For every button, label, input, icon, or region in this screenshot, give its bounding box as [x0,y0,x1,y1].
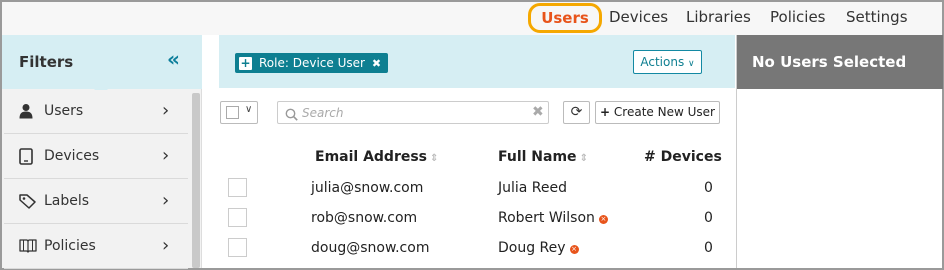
book-icon [19,238,37,256]
select-all-dropdown[interactable]: ∨ [220,101,258,124]
row-checkbox[interactable] [228,208,247,227]
row-name: Doug Rey × [498,240,579,256]
row-checkbox[interactable] [228,178,247,197]
column-label: # Devices [644,149,722,165]
filters-panel: Filters « Users › Devices › Labels › Pol… [2,35,202,269]
row-email: doug@snow.com [311,240,430,256]
role-chip-label: Role: Device User [259,56,365,70]
table-row[interactable]: doug@snow.com Doug Rey × 0 [219,236,719,266]
users-list-panel: + Role: Device User ✖ Actions ∨ ∨ ✖ ⟳ + … [219,35,735,268]
filter-item-labels[interactable]: Labels › [4,180,188,224]
filter-item-label: Devices [44,148,100,164]
filters-scrollbar[interactable] [192,93,200,268]
column-header-devices: # Devices [644,149,722,165]
filter-item-label: Labels [44,193,90,209]
close-icon[interactable]: ✖ [372,57,381,70]
nav-users[interactable]: Users [528,3,602,33]
chevron-down-icon: ∨ [688,59,695,69]
column-label: Email Address [315,149,428,165]
nav-libraries[interactable]: Libraries [686,8,751,26]
filter-item-label: Policies [44,238,96,254]
detail-header: No Users Selected [737,35,943,89]
warning-icon: × [569,245,579,254]
plus-icon: + [600,105,611,119]
nav-devices[interactable]: Devices [609,8,668,26]
row-name: Robert Wilson × [498,210,608,226]
nav-settings[interactable]: Settings [846,8,908,26]
search-icon [285,106,299,121]
sort-icon: ⇕ [579,153,588,164]
filter-item-label: Users [44,103,84,119]
chevron-down-icon: ∨ [245,104,253,115]
actions-label: Actions [640,55,685,69]
create-new-user-button[interactable]: + Create New User [595,101,720,124]
list-header: + Role: Device User ✖ Actions ∨ [219,35,735,88]
filter-item-policies[interactable]: Policies › [4,225,188,269]
column-header-email[interactable]: Email Address ⇕ [315,149,438,165]
detail-panel: No Users Selected [736,35,943,268]
sort-icon: ⇕ [430,153,439,164]
search-input[interactable] [302,104,522,122]
actions-button[interactable]: Actions ∨ [633,50,702,74]
tablet-icon [19,148,35,166]
row-email: rob@snow.com [311,210,418,226]
row-checkbox[interactable] [228,238,247,257]
refresh-button[interactable]: ⟳ [563,101,590,124]
row-device-count: 0 [704,210,713,226]
select-all-checkbox[interactable] [226,106,239,119]
column-header-name[interactable]: Full Name ⇕ [498,149,588,165]
row-device-count: 0 [704,180,713,196]
role-filter-chip: + Role: Device User ✖ [235,53,389,73]
double-chevron-left-icon[interactable]: « [167,49,180,69]
clear-search-icon[interactable]: ✖ [532,104,544,120]
nav-policies[interactable]: Policies [770,8,825,26]
filter-item-users[interactable]: Users › [4,90,188,134]
table-row[interactable]: rob@snow.com Robert Wilson × 0 [219,206,719,236]
plus-icon[interactable]: + [239,56,252,70]
list-toolbar: ∨ ✖ ⟳ + Create New User [219,101,735,125]
detail-title: No Users Selected [752,53,907,71]
row-email: julia@snow.com [311,180,424,196]
chevron-right-icon: › [162,145,170,166]
filters-header: Filters « [2,35,202,89]
user-icon [19,103,35,121]
row-device-count: 0 [704,240,713,256]
row-name: Julia Reed [498,180,568,196]
column-label: Full Name [498,149,577,165]
warning-icon: × [598,215,608,224]
table-row[interactable]: julia@snow.com Julia Reed 0 [219,176,719,206]
tag-icon [19,193,36,211]
chevron-right-icon: › [162,235,170,256]
search-box: ✖ [277,101,549,124]
create-label: Create New User [613,105,715,119]
filters-title: Filters [19,53,74,71]
chevron-right-icon: › [162,190,170,211]
chevron-right-icon: › [162,100,170,121]
refresh-icon: ⟳ [570,104,583,120]
filter-item-devices[interactable]: Devices › [4,135,188,179]
